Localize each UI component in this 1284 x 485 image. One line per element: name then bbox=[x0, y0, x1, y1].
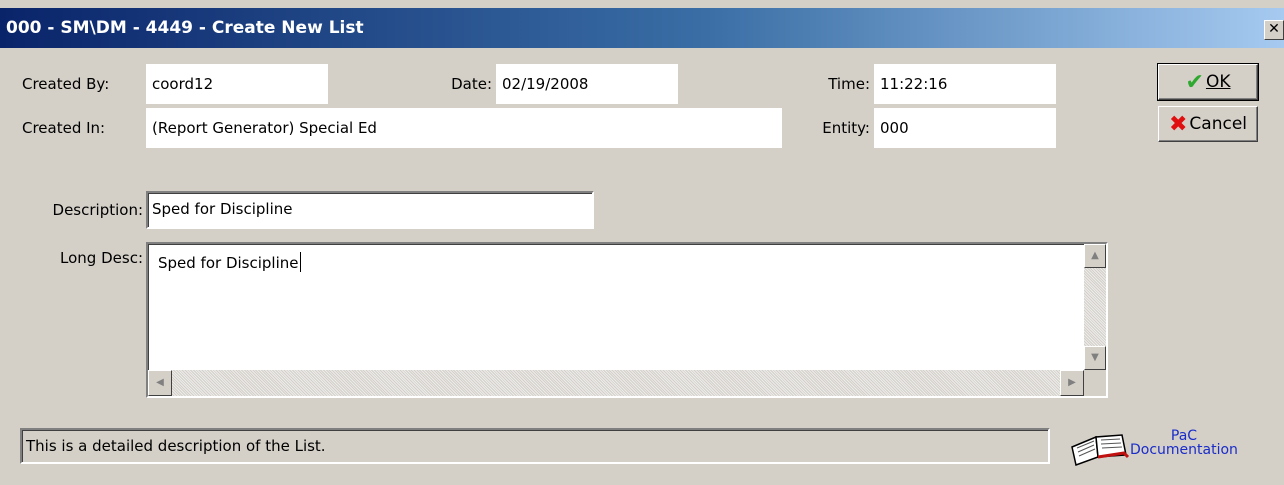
cancel-button-label: Cancel bbox=[1189, 114, 1248, 134]
entity-value: 000 bbox=[874, 108, 1056, 148]
scrollbar-corner bbox=[1084, 370, 1106, 396]
window-title: 000 - SM\DM - 4449 - Create New List bbox=[6, 18, 364, 38]
created-by-label: Created By: bbox=[22, 75, 110, 93]
date-value: 02/19/2008 bbox=[496, 64, 678, 104]
pac-line1: PaC bbox=[1170, 428, 1198, 444]
description-label: Description: bbox=[52, 201, 143, 219]
cancel-button[interactable]: ✖ Cancel bbox=[1158, 106, 1258, 142]
long-desc-textarea[interactable]: Sped for Discipline ▲ ▼ ◀ ▶ bbox=[146, 242, 1108, 398]
horizontal-scrollbar[interactable]: ◀ ▶ bbox=[148, 370, 1084, 396]
scroll-left-icon[interactable]: ◀ bbox=[148, 370, 172, 396]
pac-documentation-link[interactable]: PaC Documentation bbox=[1068, 425, 1268, 469]
vertical-scrollbar[interactable]: ▲ ▼ bbox=[1084, 244, 1106, 370]
status-bar: This is a detailed description of the Li… bbox=[20, 428, 1050, 464]
pac-line2: Documentation bbox=[1130, 442, 1238, 458]
time-label: Time: bbox=[828, 75, 870, 93]
check-icon: ✔ bbox=[1185, 69, 1204, 95]
date-label: Date: bbox=[451, 75, 492, 93]
scroll-down-icon[interactable]: ▼ bbox=[1084, 346, 1106, 370]
time-value: 11:22:16 bbox=[874, 64, 1056, 104]
scroll-right-icon[interactable]: ▶ bbox=[1060, 370, 1084, 396]
long-desc-label: Long Desc: bbox=[60, 249, 143, 267]
entity-label: Entity: bbox=[822, 119, 870, 137]
long-desc-text: Sped for Discipline bbox=[158, 254, 299, 272]
book-icon bbox=[1071, 434, 1130, 466]
created-by-value: coord12 bbox=[146, 64, 328, 104]
create-new-list-dialog: 000 - SM\DM - 4449 - Create New List ✕ C… bbox=[0, 0, 1284, 485]
scroll-up-icon[interactable]: ▲ bbox=[1084, 244, 1106, 268]
title-bar[interactable]: 000 - SM\DM - 4449 - Create New List ✕ bbox=[0, 8, 1284, 48]
close-icon[interactable]: ✕ bbox=[1264, 20, 1284, 40]
ok-button[interactable]: ✔ OK bbox=[1157, 63, 1259, 101]
description-input[interactable]: Sped for Discipline bbox=[146, 191, 594, 229]
created-in-value: (Report Generator) Special Ed bbox=[146, 108, 782, 148]
created-in-label: Created In: bbox=[22, 119, 106, 137]
ok-button-label: OK bbox=[1205, 72, 1231, 92]
pac-label: PaC Documentation bbox=[1130, 429, 1238, 457]
x-icon: ✖ bbox=[1168, 111, 1188, 137]
text-caret bbox=[299, 252, 301, 272]
